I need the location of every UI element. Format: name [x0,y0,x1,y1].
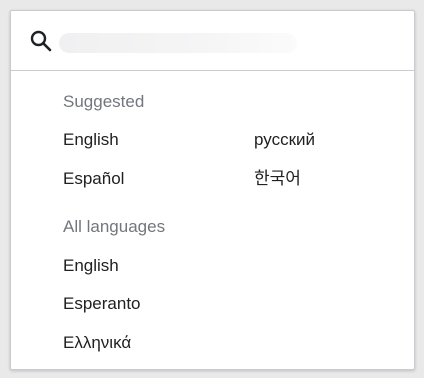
language-greek[interactable]: Ελληνικά [63,332,131,354]
suggested-language-espanol[interactable]: Español [63,168,124,190]
search-icon [29,29,53,53]
language-english[interactable]: English [63,255,119,277]
all-languages-heading: All languages [63,217,166,236]
suggested-language-russian[interactable]: русский [254,129,315,151]
suggested-language-korean[interactable]: 한국어 [254,168,301,190]
suggested-heading: Suggested [63,92,145,111]
suggested-language-english[interactable]: English [63,129,119,151]
search-bar [11,11,414,71]
language-esperanto[interactable]: Esperanto [63,293,141,315]
search-input[interactable] [57,29,305,55]
language-selector-panel: Suggested English Español русский 한국어 Al… [10,10,415,370]
